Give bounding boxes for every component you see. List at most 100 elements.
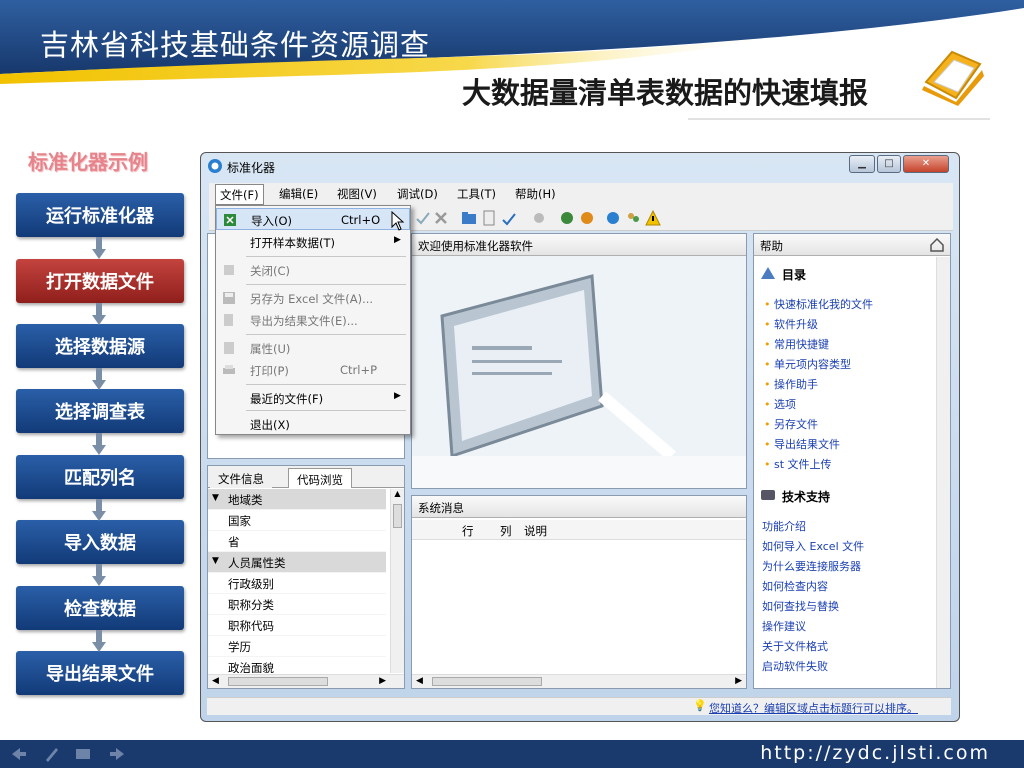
menu-edit[interactable]: 编辑(E) xyxy=(275,186,322,202)
help-scrollbar[interactable] xyxy=(936,257,950,688)
step-select-source: 选择数据源 xyxy=(16,324,184,368)
toc-item[interactable]: • 软件升级 xyxy=(764,316,818,332)
contents-icon xyxy=(761,267,775,279)
tab-code-browse[interactable]: 代码浏览 xyxy=(288,468,352,488)
code-tree: ▼ 地域类 国家 省 ▼ 人员属性类 行政级别 职称分类 职称代码 学历 政治面貌 xyxy=(208,489,390,673)
menu-separator xyxy=(246,410,406,411)
tree-item[interactable]: 职称分类 xyxy=(208,594,386,615)
menu-exit[interactable]: 退出(X) xyxy=(216,413,410,435)
toc-item[interactable]: • 另存文件 xyxy=(764,416,818,432)
welcome-panel: 欢迎使用标准化器软件 xyxy=(411,233,747,489)
menu-debug[interactable]: 调试(D) xyxy=(393,186,442,202)
warning-icon[interactable] xyxy=(645,210,661,226)
globe-icon[interactable] xyxy=(605,210,621,226)
tree-category[interactable]: ▼ 人员属性类 xyxy=(208,552,386,573)
support-link[interactable]: 如何检查内容 xyxy=(762,578,828,594)
menu-bar: 文件(F) 编辑(E) 视图(V) 调试(D) 工具(T) 帮助(H) xyxy=(209,183,953,205)
menu-help[interactable]: 帮助(H) xyxy=(511,186,560,202)
tab-file-info[interactable]: 文件信息 xyxy=(210,468,272,488)
delete-icon[interactable] xyxy=(433,210,449,226)
support-link[interactable]: 如何导入 Excel 文件 xyxy=(762,538,864,554)
footer-bar: http://zydc.jlsti.com xyxy=(0,740,1024,768)
slide-nav-icons[interactable] xyxy=(10,746,130,762)
support-link[interactable]: 启动软件失败 xyxy=(762,658,828,674)
tree-item[interactable]: 省 xyxy=(208,531,386,552)
tools-icon[interactable] xyxy=(531,210,547,226)
toc-item[interactable]: • 操作助手 xyxy=(764,376,818,392)
tree-category[interactable]: ▼ 地域类 xyxy=(208,489,386,510)
close-button[interactable]: ✕ xyxy=(903,155,949,173)
menu-view[interactable]: 视图(V) xyxy=(333,186,381,202)
tree-item[interactable]: 国家 xyxy=(208,510,386,531)
menu-file[interactable]: 文件(F) xyxy=(215,184,264,205)
down-arrow-icon xyxy=(92,433,106,455)
mouse-cursor-icon xyxy=(391,211,405,231)
support-title: 技术支持 xyxy=(782,490,831,504)
menu-export-result[interactable]: 导出为结果文件(E)... xyxy=(216,309,410,331)
submenu-arrow-icon: ▶ xyxy=(394,391,401,401)
tree-item[interactable]: 职称代码 xyxy=(208,615,386,636)
toc-item[interactable]: • st 文件上传 xyxy=(764,456,832,472)
side-heading: 标准化器示例 xyxy=(28,150,148,174)
check-icon[interactable] xyxy=(415,210,431,226)
menu-print[interactable]: 打印(P) Ctrl+P xyxy=(216,359,410,381)
folder-icon[interactable] xyxy=(461,210,477,226)
file-tabs: 文件信息 代码浏览 xyxy=(208,466,404,488)
down-arrow-icon xyxy=(92,368,106,390)
menu-close[interactable]: 关闭(C) xyxy=(216,259,410,281)
tree-hscrollbar[interactable]: ◀ ▶ xyxy=(208,674,404,688)
spellcheck-icon[interactable] xyxy=(501,210,517,226)
home-icon[interactable] xyxy=(930,238,944,252)
toc-item[interactable]: • 快速标准化我的文件 xyxy=(764,296,873,312)
down-arrow-icon xyxy=(92,237,106,259)
down-arrow-icon xyxy=(92,303,106,325)
title-bar[interactable]: 标准化器 ▁ □ ✕ xyxy=(201,153,959,179)
settings-icon[interactable] xyxy=(579,210,595,226)
support-icon xyxy=(761,490,775,500)
col-col[interactable]: 列 xyxy=(500,523,512,539)
toc-item[interactable]: • 单元项内容类型 xyxy=(764,356,851,372)
tree-item[interactable]: 政治面貌 xyxy=(208,657,386,673)
support-link[interactable]: 为什么要连接服务器 xyxy=(762,558,861,574)
tree-item[interactable]: 学历 xyxy=(208,636,386,657)
welcome-title: 欢迎使用标准化器软件 xyxy=(412,234,746,256)
step-run: 运行标准化器 xyxy=(16,193,184,237)
maximize-button[interactable]: □ xyxy=(877,155,901,173)
step-select-survey: 选择调查表 xyxy=(16,389,184,433)
tree-item[interactable]: 行政级别 xyxy=(208,573,386,594)
step-match-columns: 匹配列名 xyxy=(16,455,184,499)
status-tip[interactable]: 您知道么？编辑区域点击标题行可以排序。 xyxy=(709,700,918,716)
menu-tools[interactable]: 工具(T) xyxy=(453,186,500,202)
toc-item[interactable]: • 常用快捷键 xyxy=(764,336,829,352)
refresh-icon[interactable] xyxy=(559,210,575,226)
toc-item[interactable]: • 导出结果文件 xyxy=(764,436,840,452)
support-link[interactable]: 关于文件格式 xyxy=(762,638,828,654)
step-check: 检查数据 xyxy=(16,586,184,630)
menu-separator xyxy=(246,384,406,385)
users-icon[interactable] xyxy=(625,210,641,226)
sysmsg-hscrollbar[interactable]: ◀ ▶ xyxy=(412,674,746,688)
menu-recent[interactable]: 最近的文件(F) ▶ xyxy=(216,387,410,409)
support-link[interactable]: 如何查找与替换 xyxy=(762,598,839,614)
tree-vscrollbar[interactable]: ▲ xyxy=(390,489,404,673)
menu-open-sample[interactable]: 打开样本数据(T) ▶ xyxy=(216,231,410,253)
support-link[interactable]: 功能介绍 xyxy=(762,518,806,534)
menu-properties[interactable]: 属性(U) xyxy=(216,337,410,359)
minimize-button[interactable]: ▁ xyxy=(849,155,875,173)
toc-item[interactable]: • 选项 xyxy=(764,396,796,412)
menu-separator xyxy=(246,256,406,257)
welcome-image xyxy=(412,256,746,488)
file-info-panel: 文件信息 代码浏览 ▼ 地域类 国家 省 ▼ 人员属性类 行政级别 职称分类 职称代… xyxy=(207,465,405,689)
status-bar: 💡 您知道么？编辑区域点击标题行可以排序。 xyxy=(207,697,951,715)
menu-save-excel[interactable]: 另存为 Excel 文件(A)... xyxy=(216,287,410,309)
col-row[interactable]: 行 xyxy=(462,523,474,539)
help-title: 帮助 xyxy=(754,234,950,256)
col-desc[interactable]: 说明 xyxy=(524,523,547,539)
down-arrow-icon xyxy=(92,564,106,586)
document-icon[interactable] xyxy=(481,210,497,226)
sysmsg-header-row: 行 列 说明 xyxy=(412,520,746,540)
menu-import[interactable]: 导入(O) Ctrl+O xyxy=(216,208,410,230)
system-messages-panel: 系统消息 行 列 说明 ◀ ▶ xyxy=(411,495,747,689)
support-link[interactable]: 操作建议 xyxy=(762,618,806,634)
menu-separator xyxy=(246,334,406,335)
